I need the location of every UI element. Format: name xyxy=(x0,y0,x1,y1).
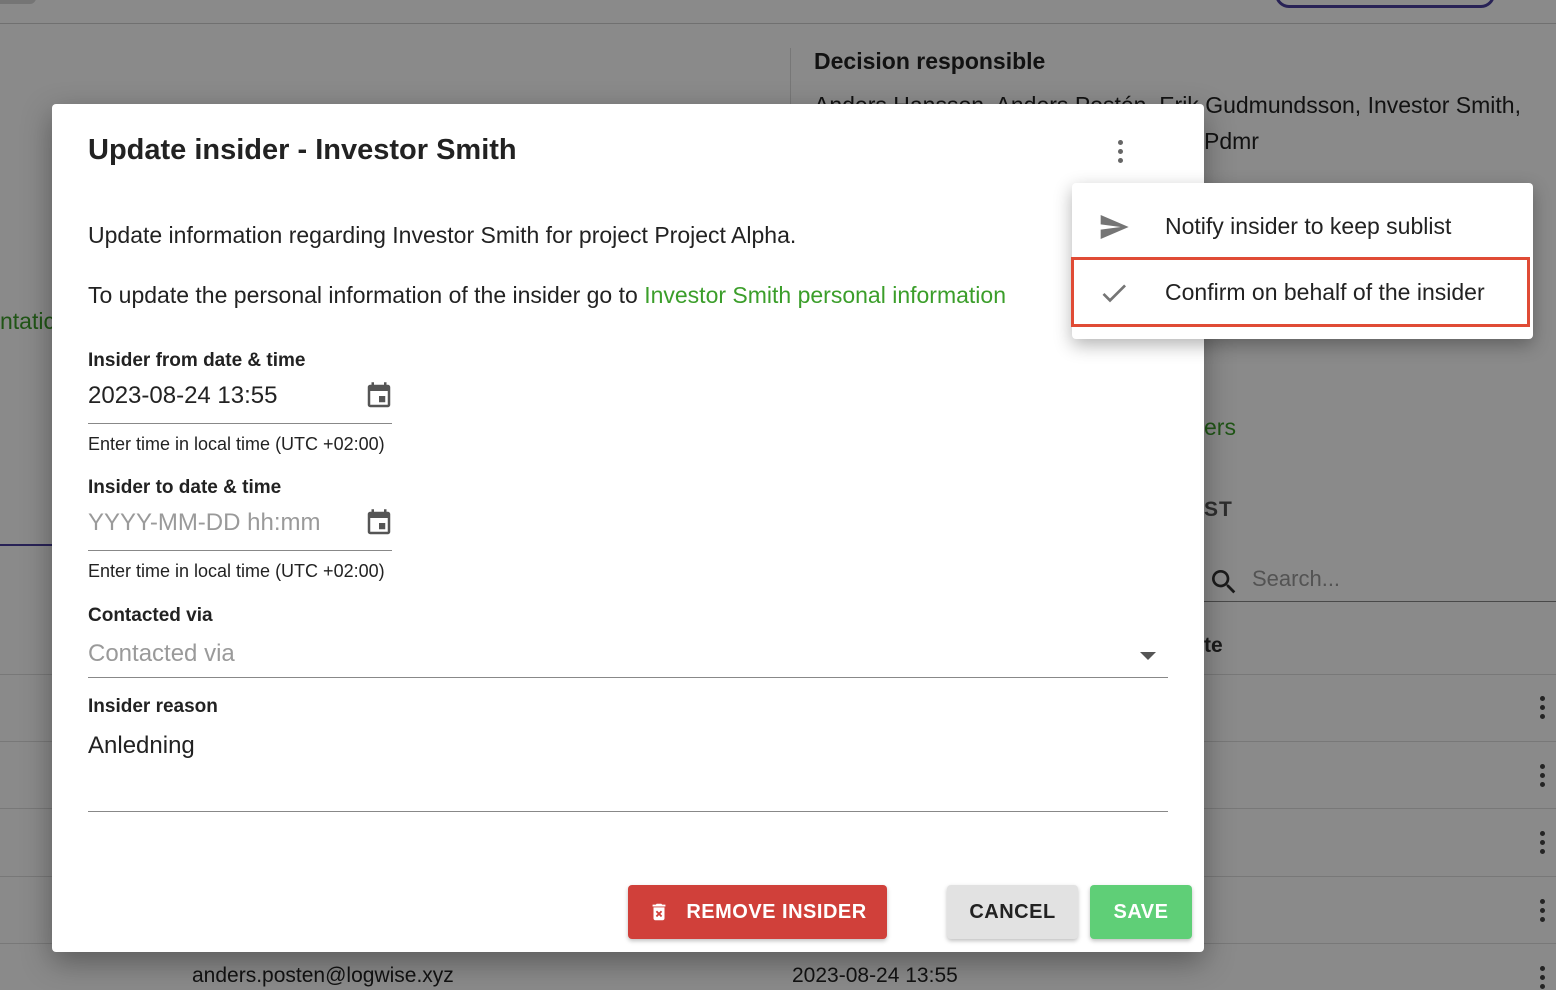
save-label: SAVE xyxy=(1113,900,1169,923)
dialog-title: Update insider - Investor Smith xyxy=(88,134,517,166)
insider-from-label: Insider from date & time xyxy=(88,350,306,371)
insider-from-helper: Enter time in local time (UTC +02:00) xyxy=(88,434,385,454)
contacted-via-label: Contacted via xyxy=(88,605,213,626)
insider-to-label: Insider to date & time xyxy=(88,477,282,498)
insider-to-field[interactable]: YYYY-MM-DD hh:mm xyxy=(88,507,392,551)
remove-insider-label: REMOVE INSIDER xyxy=(686,900,867,923)
save-button[interactable]: SAVE xyxy=(1090,885,1192,939)
personal-info-link[interactable]: Investor Smith personal information xyxy=(644,282,1006,308)
remove-insider-button[interactable]: REMOVE INSIDER xyxy=(628,885,887,939)
options-menu: Notify insider to keep sublist Confirm o… xyxy=(1072,183,1533,339)
contacted-via-placeholder[interactable]: Contacted via xyxy=(88,640,235,668)
personal-info-text: To update the personal information of th… xyxy=(88,282,1118,309)
calendar-icon[interactable] xyxy=(364,380,394,412)
update-insider-dialog: Update insider - Investor Smith Update i… xyxy=(52,104,1204,952)
cancel-button[interactable]: CANCEL xyxy=(947,885,1078,939)
dropdown-arrow-icon[interactable] xyxy=(1140,652,1156,660)
dialog-intro-text: Update information regarding Investor Sm… xyxy=(88,222,797,248)
menu-item-notify[interactable]: Notify insider to keep sublist xyxy=(1072,195,1533,261)
contacted-via-select[interactable]: Contacted via xyxy=(88,638,1168,678)
send-icon xyxy=(1100,215,1129,239)
insider-to-placeholder[interactable]: YYYY-MM-DD hh:mm xyxy=(88,509,320,537)
insider-to-helper: Enter time in local time (UTC +02:00) xyxy=(88,561,385,581)
more-options-icon[interactable] xyxy=(1110,140,1130,172)
insider-reason-label: Insider reason xyxy=(88,696,218,717)
insider-from-value[interactable]: 2023-08-24 13:55 xyxy=(88,382,278,410)
personal-info-prefix: To update the personal information of th… xyxy=(88,282,645,308)
menu-item-confirm[interactable]: Confirm on behalf of the insider xyxy=(1072,261,1533,327)
insider-reason-field[interactable]: Anledning xyxy=(88,728,1168,812)
check-icon xyxy=(1102,284,1126,303)
menu-item-label: Notify insider to keep sublist xyxy=(1165,213,1452,239)
cancel-label: CANCEL xyxy=(969,900,1056,923)
menu-item-label: Confirm on behalf of the insider xyxy=(1165,279,1485,305)
insider-from-field[interactable]: 2023-08-24 13:55 xyxy=(88,380,392,424)
insider-reason-value[interactable]: Anledning xyxy=(88,732,195,760)
trash-icon xyxy=(648,900,670,924)
calendar-icon[interactable] xyxy=(364,507,394,539)
